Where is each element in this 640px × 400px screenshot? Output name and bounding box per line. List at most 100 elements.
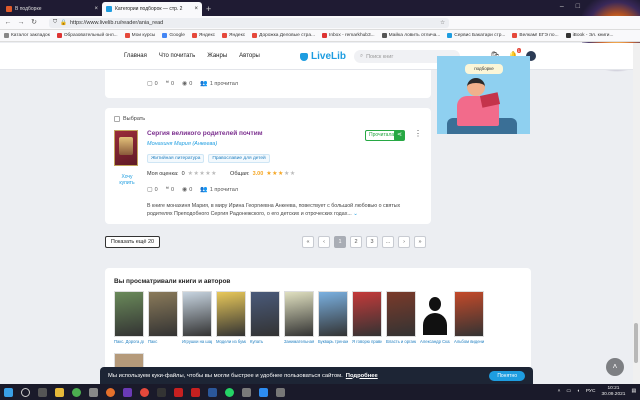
tag-hagiography[interactable]: Житийная литература (147, 154, 205, 163)
viewed-item-caption[interactable]: Купать (250, 339, 280, 344)
maximize-icon[interactable]: □ (576, 3, 580, 10)
page-1[interactable]: 1 (334, 236, 346, 248)
my-rating-stars[interactable]: ★★★★★ (188, 170, 217, 177)
viewed-book-cover[interactable] (216, 291, 246, 337)
viewed-item-caption[interactable]: Пакс (148, 339, 178, 344)
network-icon[interactable]: ▭ (566, 389, 571, 394)
viewed-item-caption[interactable]: Занимательная биология (284, 339, 314, 344)
viewed-item-caption[interactable]: Александр Сказкин (420, 339, 450, 344)
viewed-book-cover[interactable] (386, 291, 416, 337)
expand-chevron-icon[interactable]: ⌄ (353, 211, 357, 217)
viewed-book-cover[interactable] (250, 291, 280, 337)
select-checkbox-row[interactable]: Выбрать (114, 116, 145, 122)
viewed-book-cover[interactable] (454, 291, 484, 337)
page-scrollbar[interactable] (633, 43, 640, 384)
forward-icon[interactable]: → (17, 19, 25, 27)
bookmark-item[interactable]: Велкам! ЕГЭ по... (512, 33, 559, 38)
tag-orthodoxy-kids[interactable]: Православие для детей (208, 154, 270, 163)
bookmark-item[interactable]: Яндекс (222, 33, 245, 38)
viewed-item-caption[interactable]: Я говорю правильно! (352, 339, 382, 344)
menu-item-home[interactable]: Главная (124, 53, 147, 59)
bookmark-item[interactable]: Яндекс (191, 33, 215, 38)
language-indicator[interactable]: РУС (586, 389, 596, 394)
windows-start-icon[interactable] (4, 387, 13, 397)
chrome-icon[interactable] (72, 387, 81, 397)
show-more-button[interactable]: Показать ещё 20 (105, 236, 160, 248)
bookmark-item[interactable]: Мои курсы (124, 33, 155, 38)
menu-item-what-to-read[interactable]: Что почитать (159, 53, 195, 59)
explorer-icon[interactable] (55, 387, 64, 397)
viewed-item[interactable]: Занимательная биология (284, 291, 314, 344)
firefox-icon[interactable] (106, 387, 115, 397)
comments-stat[interactable]: ◉ 0 (182, 186, 192, 194)
book-author[interactable]: Монахиня Мария (Анкеева) (147, 141, 217, 147)
back-icon[interactable]: ← (4, 19, 12, 27)
app-icon[interactable] (123, 387, 132, 397)
viewed-item[interactable]: Альбом видений (454, 291, 484, 344)
close-icon[interactable]: × (194, 6, 198, 12)
viewed-item-caption[interactable]: Альбом видений (454, 339, 484, 344)
page-last[interactable]: » (414, 236, 426, 248)
viewed-book-cover[interactable] (148, 291, 178, 337)
app-icon[interactable] (276, 387, 285, 397)
clock[interactable]: 10:21 30.09.2021 (601, 386, 625, 397)
site-logo[interactable]: LiveLib (300, 51, 346, 62)
notifications-center-icon[interactable]: ▤ (631, 389, 636, 394)
viewed-item-caption[interactable]: Пакс. Дорога домой (114, 339, 144, 344)
app-icon[interactable] (89, 387, 98, 397)
bookmark-item[interactable]: Дорожка Деловые стра... (252, 33, 315, 38)
reviews-stat[interactable]: ▢ 0 (147, 186, 158, 194)
viewed-item-caption[interactable]: Букварь тренажер (318, 339, 348, 344)
recently-viewed-next-row[interactable] (114, 353, 144, 368)
volume-icon[interactable]: ◖ (577, 389, 580, 394)
viewed-item[interactable]: Игрушки на шарите зна... (182, 291, 212, 344)
menu-item-genres[interactable]: Жанры (207, 53, 227, 59)
browser-tab-0[interactable]: В подборке × (2, 2, 102, 16)
page-next[interactable]: › (398, 236, 410, 248)
viewed-item-caption[interactable]: Игрушки на шарите зна... (182, 339, 212, 344)
reviews-stat[interactable]: ▢ 0 (147, 80, 158, 88)
viewed-item[interactable]: Пакс (148, 291, 178, 344)
task-view-icon[interactable] (38, 387, 47, 397)
reload-icon[interactable]: ↻ (30, 19, 38, 27)
address-bar[interactable]: ⛉ 🔒 https://www.livelib.ru/reader/ania_r… (49, 17, 449, 28)
word-icon[interactable] (208, 387, 217, 397)
viewed-item[interactable]: Модели из бумаги. 46 (216, 291, 246, 344)
bookmark-star-icon[interactable]: ☆ (440, 20, 445, 26)
app-icon[interactable] (259, 387, 268, 397)
viewed-item[interactable]: Букварь тренажер (318, 291, 348, 344)
new-tab-button[interactable]: + (202, 2, 215, 16)
viewed-book-cover[interactable] (318, 291, 348, 337)
page-2[interactable]: 2 (350, 236, 362, 248)
bookmark-item[interactable]: Майка ловить отлича... (381, 33, 440, 38)
viewed-item[interactable]: Александр Сказкин (420, 291, 450, 344)
menu-item-authors[interactable]: Авторы (239, 53, 260, 59)
share-button[interactable]: ⋖ (394, 130, 405, 141)
minimize-icon[interactable]: – (560, 3, 564, 10)
viewed-book-cover[interactable] (114, 291, 144, 337)
viewed-item[interactable]: Пакс. Дорога домой (114, 291, 144, 344)
viewed-book-cover[interactable] (352, 291, 382, 337)
close-icon[interactable]: × (94, 6, 98, 12)
book-title[interactable]: Сергия великого родителей почтим (147, 130, 263, 137)
bookmark-item[interactable]: Google (162, 33, 185, 38)
readers-stat[interactable]: 👥 1 прочитал (200, 80, 238, 88)
bookmark-item[interactable]: iBook - Эл. книги... (565, 33, 613, 38)
app-icon[interactable] (157, 387, 166, 397)
book-cover[interactable] (114, 130, 138, 166)
page-prev[interactable]: ‹ (318, 236, 330, 248)
more-options-icon[interactable]: ⋮ (414, 129, 422, 138)
cookie-more-link[interactable]: Подробнее (346, 373, 378, 379)
browser-tab-1[interactable]: Категории подборок — стр. 2 × (102, 2, 202, 16)
whatsapp-icon[interactable] (225, 387, 234, 397)
search-icon[interactable] (21, 387, 30, 397)
bookmark-item[interactable]: Образовательный онл... (56, 33, 118, 38)
readers-stat[interactable]: 👥 1 прочитал (200, 186, 238, 194)
viewed-item[interactable]: Я говорю правильно! (352, 291, 382, 344)
bookmark-item[interactable]: Inbox - remarkhub3... (322, 33, 375, 38)
tray-chevron-icon[interactable]: ˄ (558, 389, 561, 394)
pdf-icon[interactable] (174, 387, 183, 397)
viewed-item[interactable]: Власть и организация (386, 291, 416, 344)
select-checkbox[interactable] (114, 116, 120, 122)
bookmark-item[interactable]: Сервис Бакатари стр... (447, 33, 505, 38)
